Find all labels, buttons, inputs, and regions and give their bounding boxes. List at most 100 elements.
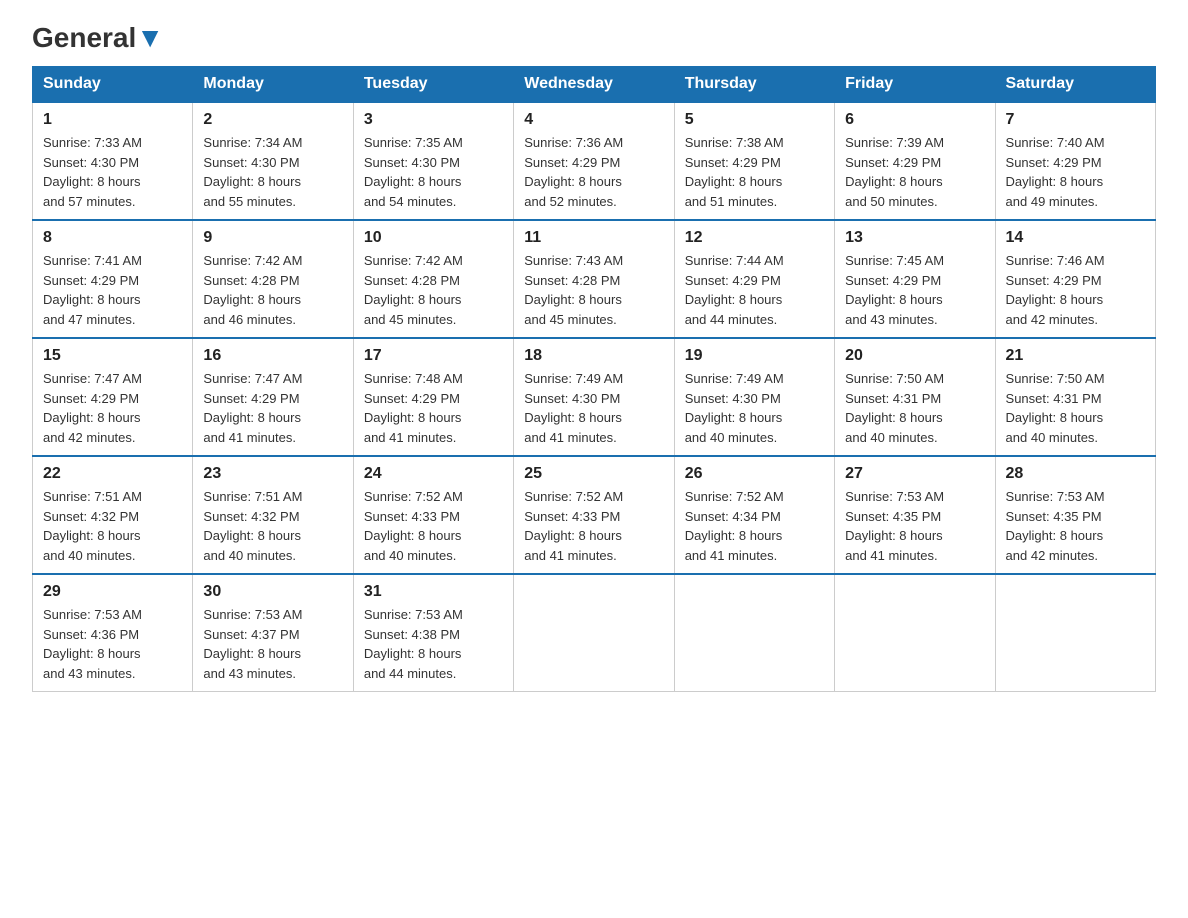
day-number: 4 bbox=[524, 111, 663, 129]
calendar-day-cell: 26 Sunrise: 7:52 AMSunset: 4:34 PMDaylig… bbox=[674, 456, 834, 574]
day-number: 9 bbox=[203, 229, 342, 247]
day-info: Sunrise: 7:42 AMSunset: 4:28 PMDaylight:… bbox=[203, 251, 342, 329]
day-info: Sunrise: 7:52 AMSunset: 4:33 PMDaylight:… bbox=[364, 487, 503, 565]
day-number: 24 bbox=[364, 465, 503, 483]
day-number: 13 bbox=[845, 229, 984, 247]
calendar-day-cell: 24 Sunrise: 7:52 AMSunset: 4:33 PMDaylig… bbox=[353, 456, 513, 574]
calendar-day-cell: 17 Sunrise: 7:48 AMSunset: 4:29 PMDaylig… bbox=[353, 338, 513, 456]
day-info: Sunrise: 7:53 AMSunset: 4:37 PMDaylight:… bbox=[203, 605, 342, 683]
calendar-day-cell: 18 Sunrise: 7:49 AMSunset: 4:30 PMDaylig… bbox=[514, 338, 674, 456]
day-info: Sunrise: 7:34 AMSunset: 4:30 PMDaylight:… bbox=[203, 133, 342, 211]
calendar-day-cell: 19 Sunrise: 7:49 AMSunset: 4:30 PMDaylig… bbox=[674, 338, 834, 456]
calendar-day-cell: 4 Sunrise: 7:36 AMSunset: 4:29 PMDayligh… bbox=[514, 102, 674, 220]
day-info: Sunrise: 7:51 AMSunset: 4:32 PMDaylight:… bbox=[43, 487, 182, 565]
day-number: 14 bbox=[1006, 229, 1145, 247]
day-info: Sunrise: 7:41 AMSunset: 4:29 PMDaylight:… bbox=[43, 251, 182, 329]
day-number: 7 bbox=[1006, 111, 1145, 129]
day-number: 20 bbox=[845, 347, 984, 365]
calendar-day-cell: 3 Sunrise: 7:35 AMSunset: 4:30 PMDayligh… bbox=[353, 102, 513, 220]
day-number: 28 bbox=[1006, 465, 1145, 483]
day-info: Sunrise: 7:40 AMSunset: 4:29 PMDaylight:… bbox=[1006, 133, 1145, 211]
calendar-week-row: 8 Sunrise: 7:41 AMSunset: 4:29 PMDayligh… bbox=[33, 220, 1156, 338]
day-number: 16 bbox=[203, 347, 342, 365]
calendar-header-thursday: Thursday bbox=[674, 67, 834, 103]
day-info: Sunrise: 7:38 AMSunset: 4:29 PMDaylight:… bbox=[685, 133, 824, 211]
page-header: General▼ bbox=[32, 24, 1156, 50]
calendar-day-cell: 14 Sunrise: 7:46 AMSunset: 4:29 PMDaylig… bbox=[995, 220, 1155, 338]
calendar-header-monday: Monday bbox=[193, 67, 353, 103]
calendar-empty-cell bbox=[674, 574, 834, 692]
calendar-week-row: 15 Sunrise: 7:47 AMSunset: 4:29 PMDaylig… bbox=[33, 338, 1156, 456]
day-info: Sunrise: 7:39 AMSunset: 4:29 PMDaylight:… bbox=[845, 133, 984, 211]
day-info: Sunrise: 7:47 AMSunset: 4:29 PMDaylight:… bbox=[203, 369, 342, 447]
calendar-week-row: 29 Sunrise: 7:53 AMSunset: 4:36 PMDaylig… bbox=[33, 574, 1156, 692]
calendar-day-cell: 21 Sunrise: 7:50 AMSunset: 4:31 PMDaylig… bbox=[995, 338, 1155, 456]
day-number: 19 bbox=[685, 347, 824, 365]
day-number: 25 bbox=[524, 465, 663, 483]
calendar-day-cell: 20 Sunrise: 7:50 AMSunset: 4:31 PMDaylig… bbox=[835, 338, 995, 456]
day-number: 31 bbox=[364, 583, 503, 601]
day-info: Sunrise: 7:48 AMSunset: 4:29 PMDaylight:… bbox=[364, 369, 503, 447]
day-number: 22 bbox=[43, 465, 182, 483]
day-info: Sunrise: 7:35 AMSunset: 4:30 PMDaylight:… bbox=[364, 133, 503, 211]
day-info: Sunrise: 7:53 AMSunset: 4:36 PMDaylight:… bbox=[43, 605, 182, 683]
calendar-header-sunday: Sunday bbox=[33, 67, 193, 103]
day-info: Sunrise: 7:42 AMSunset: 4:28 PMDaylight:… bbox=[364, 251, 503, 329]
calendar-day-cell: 1 Sunrise: 7:33 AMSunset: 4:30 PMDayligh… bbox=[33, 102, 193, 220]
day-info: Sunrise: 7:53 AMSunset: 4:38 PMDaylight:… bbox=[364, 605, 503, 683]
calendar-header-row: SundayMondayTuesdayWednesdayThursdayFrid… bbox=[33, 67, 1156, 103]
day-info: Sunrise: 7:36 AMSunset: 4:29 PMDaylight:… bbox=[524, 133, 663, 211]
calendar-header-saturday: Saturday bbox=[995, 67, 1155, 103]
calendar-day-cell: 29 Sunrise: 7:53 AMSunset: 4:36 PMDaylig… bbox=[33, 574, 193, 692]
day-info: Sunrise: 7:49 AMSunset: 4:30 PMDaylight:… bbox=[524, 369, 663, 447]
day-number: 29 bbox=[43, 583, 182, 601]
calendar-day-cell: 23 Sunrise: 7:51 AMSunset: 4:32 PMDaylig… bbox=[193, 456, 353, 574]
day-number: 21 bbox=[1006, 347, 1145, 365]
day-info: Sunrise: 7:43 AMSunset: 4:28 PMDaylight:… bbox=[524, 251, 663, 329]
day-number: 18 bbox=[524, 347, 663, 365]
day-info: Sunrise: 7:52 AMSunset: 4:34 PMDaylight:… bbox=[685, 487, 824, 565]
day-info: Sunrise: 7:47 AMSunset: 4:29 PMDaylight:… bbox=[43, 369, 182, 447]
day-info: Sunrise: 7:49 AMSunset: 4:30 PMDaylight:… bbox=[685, 369, 824, 447]
calendar-day-cell: 10 Sunrise: 7:42 AMSunset: 4:28 PMDaylig… bbox=[353, 220, 513, 338]
calendar-week-row: 22 Sunrise: 7:51 AMSunset: 4:32 PMDaylig… bbox=[33, 456, 1156, 574]
calendar-day-cell: 27 Sunrise: 7:53 AMSunset: 4:35 PMDaylig… bbox=[835, 456, 995, 574]
calendar-week-row: 1 Sunrise: 7:33 AMSunset: 4:30 PMDayligh… bbox=[33, 102, 1156, 220]
logo: General▼ bbox=[32, 24, 164, 50]
calendar-empty-cell bbox=[995, 574, 1155, 692]
day-number: 3 bbox=[364, 111, 503, 129]
calendar-header-wednesday: Wednesday bbox=[514, 67, 674, 103]
calendar-empty-cell bbox=[514, 574, 674, 692]
day-number: 12 bbox=[685, 229, 824, 247]
day-number: 11 bbox=[524, 229, 663, 247]
day-info: Sunrise: 7:46 AMSunset: 4:29 PMDaylight:… bbox=[1006, 251, 1145, 329]
day-info: Sunrise: 7:50 AMSunset: 4:31 PMDaylight:… bbox=[845, 369, 984, 447]
calendar-day-cell: 6 Sunrise: 7:39 AMSunset: 4:29 PMDayligh… bbox=[835, 102, 995, 220]
day-number: 30 bbox=[203, 583, 342, 601]
calendar-day-cell: 12 Sunrise: 7:44 AMSunset: 4:29 PMDaylig… bbox=[674, 220, 834, 338]
calendar-header-friday: Friday bbox=[835, 67, 995, 103]
calendar-day-cell: 7 Sunrise: 7:40 AMSunset: 4:29 PMDayligh… bbox=[995, 102, 1155, 220]
day-info: Sunrise: 7:53 AMSunset: 4:35 PMDaylight:… bbox=[845, 487, 984, 565]
calendar-day-cell: 15 Sunrise: 7:47 AMSunset: 4:29 PMDaylig… bbox=[33, 338, 193, 456]
calendar-day-cell: 5 Sunrise: 7:38 AMSunset: 4:29 PMDayligh… bbox=[674, 102, 834, 220]
calendar-day-cell: 31 Sunrise: 7:53 AMSunset: 4:38 PMDaylig… bbox=[353, 574, 513, 692]
calendar-day-cell: 28 Sunrise: 7:53 AMSunset: 4:35 PMDaylig… bbox=[995, 456, 1155, 574]
calendar-table: SundayMondayTuesdayWednesdayThursdayFrid… bbox=[32, 66, 1156, 692]
calendar-day-cell: 2 Sunrise: 7:34 AMSunset: 4:30 PMDayligh… bbox=[193, 102, 353, 220]
day-number: 27 bbox=[845, 465, 984, 483]
calendar-day-cell: 16 Sunrise: 7:47 AMSunset: 4:29 PMDaylig… bbox=[193, 338, 353, 456]
calendar-day-cell: 25 Sunrise: 7:52 AMSunset: 4:33 PMDaylig… bbox=[514, 456, 674, 574]
day-info: Sunrise: 7:33 AMSunset: 4:30 PMDaylight:… bbox=[43, 133, 182, 211]
calendar-header-tuesday: Tuesday bbox=[353, 67, 513, 103]
day-info: Sunrise: 7:52 AMSunset: 4:33 PMDaylight:… bbox=[524, 487, 663, 565]
day-number: 10 bbox=[364, 229, 503, 247]
day-info: Sunrise: 7:45 AMSunset: 4:29 PMDaylight:… bbox=[845, 251, 984, 329]
day-info: Sunrise: 7:51 AMSunset: 4:32 PMDaylight:… bbox=[203, 487, 342, 565]
logo-triangle-icon: ▼ bbox=[136, 22, 164, 53]
calendar-day-cell: 9 Sunrise: 7:42 AMSunset: 4:28 PMDayligh… bbox=[193, 220, 353, 338]
day-number: 6 bbox=[845, 111, 984, 129]
day-number: 26 bbox=[685, 465, 824, 483]
day-info: Sunrise: 7:50 AMSunset: 4:31 PMDaylight:… bbox=[1006, 369, 1145, 447]
day-number: 2 bbox=[203, 111, 342, 129]
